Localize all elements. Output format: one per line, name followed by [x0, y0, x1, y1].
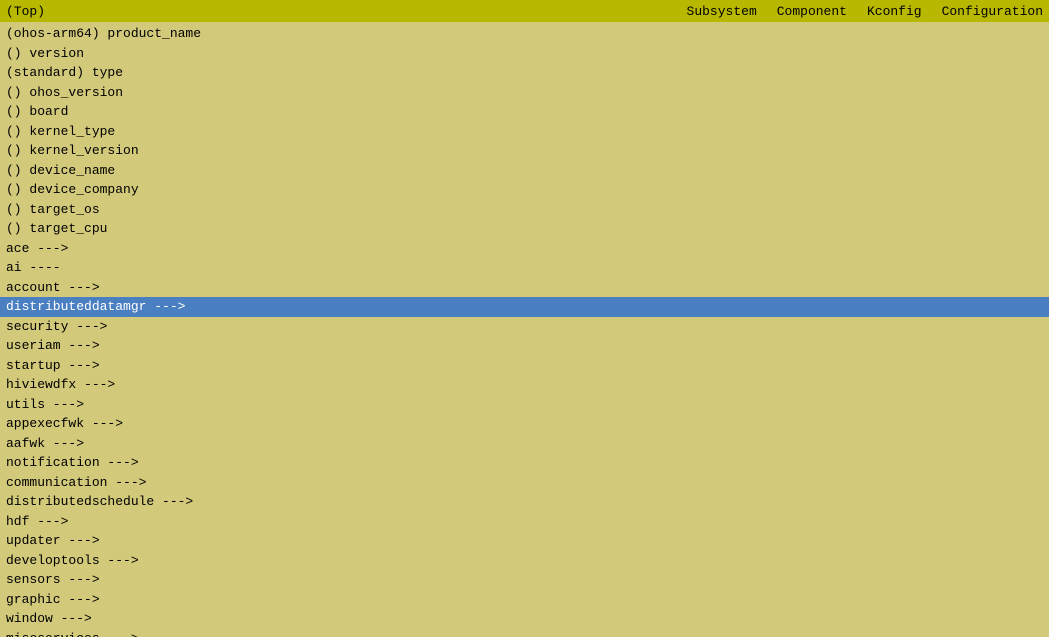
list-item[interactable]: aafwk ---> — [0, 434, 1049, 454]
list-item[interactable]: updater ---> — [0, 531, 1049, 551]
list-item[interactable]: distributedschedule ---> — [0, 492, 1049, 512]
list-item[interactable]: communication ---> — [0, 473, 1049, 493]
list-item[interactable]: security ---> — [0, 317, 1049, 337]
col-configuration: Configuration — [942, 4, 1043, 19]
list-item[interactable]: () kernel_version — [0, 141, 1049, 161]
column-headers: Subsystem Component Kconfig Configuratio… — [687, 4, 1043, 19]
list-item[interactable]: () device_name — [0, 161, 1049, 181]
list-item[interactable]: appexecfwk ---> — [0, 414, 1049, 434]
content-area[interactable]: (ohos-arm64) product_name() version(stan… — [0, 22, 1049, 637]
list-item[interactable]: distributeddatamgr ---> — [0, 297, 1049, 317]
list-item[interactable]: notification ---> — [0, 453, 1049, 473]
header-bar: (Top) Subsystem Component Kconfig Config… — [0, 0, 1049, 22]
list-item[interactable]: sensors ---> — [0, 570, 1049, 590]
list-item[interactable]: account ---> — [0, 278, 1049, 298]
list-item[interactable]: startup ---> — [0, 356, 1049, 376]
col-component: Component — [777, 4, 847, 19]
list-item[interactable]: window ---> — [0, 609, 1049, 629]
list-item[interactable]: () device_company — [0, 180, 1049, 200]
list-item[interactable]: () target_os — [0, 200, 1049, 220]
col-kconfig: Kconfig — [867, 4, 922, 19]
list-item[interactable]: () version — [0, 44, 1049, 64]
list-item[interactable]: ace ---> — [0, 239, 1049, 259]
list-item[interactable]: () ohos_version — [0, 83, 1049, 103]
list-item[interactable]: graphic ---> — [0, 590, 1049, 610]
list-item[interactable]: developtools ---> — [0, 551, 1049, 571]
list-item[interactable]: hiviewdfx ---> — [0, 375, 1049, 395]
list-item[interactable]: () board — [0, 102, 1049, 122]
list-item[interactable]: miscservices ---> — [0, 629, 1049, 637]
list-item[interactable]: hdf ---> — [0, 512, 1049, 532]
breadcrumb: (Top) — [6, 4, 45, 19]
list-item[interactable]: ai ---- — [0, 258, 1049, 278]
col-subsystem: Subsystem — [687, 4, 757, 19]
list-item[interactable]: useriam ---> — [0, 336, 1049, 356]
list-item[interactable]: () kernel_type — [0, 122, 1049, 142]
list-item[interactable]: utils ---> — [0, 395, 1049, 415]
list-item[interactable]: (standard) type — [0, 63, 1049, 83]
list-item[interactable]: (ohos-arm64) product_name — [0, 24, 1049, 44]
list-item[interactable]: () target_cpu — [0, 219, 1049, 239]
